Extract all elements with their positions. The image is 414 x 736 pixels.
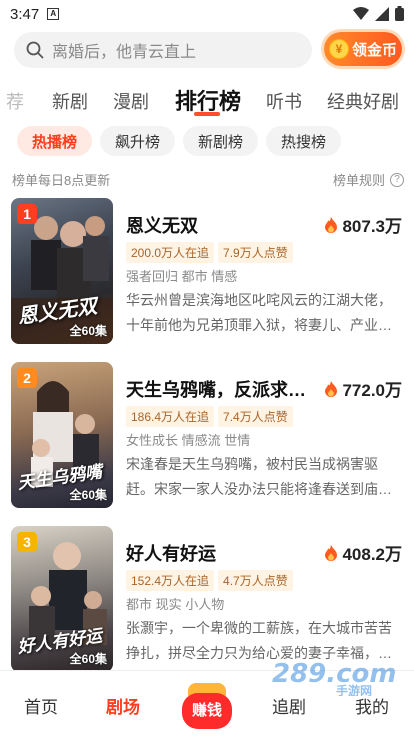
drama-cover[interactable]: 2 天生乌鸦嘴 全60集: [11, 362, 113, 508]
episode-count: 全60集: [69, 488, 107, 502]
top-row: 离婚后，他青云直上 ¥ 领金币: [14, 32, 402, 68]
nav-follow[interactable]: 追剧: [272, 693, 306, 718]
active-tab-indicator: [194, 112, 220, 116]
list-item[interactable]: 3 好人有好运 全60集 好人有好运 408.2万 152.4万人在追 4.7万…: [0, 526, 414, 674]
signal-icon: [375, 6, 389, 21]
battery-icon: [395, 6, 404, 21]
svg-text:289.com: 289.com: [272, 659, 397, 689]
rank-badge: 1: [17, 204, 37, 224]
search-icon: [26, 41, 44, 59]
genre-tags: 都市 现实 小人物: [126, 597, 225, 612]
site-watermark: 289.com 手游网: [270, 656, 404, 698]
drama-title[interactable]: 天生乌鸦嘴，反派求我别…: [126, 376, 316, 402]
tab-comic-drama[interactable]: 漫剧: [113, 88, 149, 114]
drama-description: 宋逢春是天生乌鸦嘴，被村民当成祸害驱赶。宋家一家人没办法只能将逢春送到庙…: [126, 456, 392, 497]
ranking-info-row: 榜单每日8点更新 榜单规则 ?: [12, 170, 404, 189]
episode-count: 全60集: [69, 324, 107, 338]
wifi-icon: [353, 6, 369, 20]
follow-count-badge: 200.0万人在追: [126, 242, 215, 263]
heat-score: 408.2万: [324, 540, 402, 565]
status-icons: [353, 6, 404, 21]
subtab-hot[interactable]: 热播榜: [17, 126, 93, 156]
heat-score: 807.3万: [324, 212, 402, 237]
nav-earn-button[interactable]: 赚钱: [180, 683, 234, 731]
stat-badges: 186.4万人在追 7.4万人点赞: [126, 406, 293, 427]
watermark-logo: 289.com 手游网: [272, 659, 397, 698]
drama-cover[interactable]: 1 恩义无双 全60集: [11, 198, 113, 344]
search-placeholder: 离婚后，他青云直上: [52, 44, 197, 61]
flame-icon: [325, 216, 338, 233]
like-count-badge: 4.7万人点赞: [218, 570, 293, 591]
genre-tags: 强者回归 都市 情感: [126, 269, 238, 284]
coin-icon: ¥: [328, 39, 349, 59]
heat-value: 807.3万: [342, 217, 402, 236]
list-item[interactable]: 1 恩义无双 全60集 恩义无双 807.3万 200.0万人在追 7.9万人点…: [0, 198, 414, 346]
rank-badge: 3: [17, 532, 37, 552]
category-tabs: 荐 新剧 漫剧 排行榜 听书 经典好剧: [0, 80, 414, 116]
tab-classic-drama[interactable]: 经典好剧: [327, 88, 399, 114]
ranking-sub-tabs: 热播榜 飙升榜 新剧榜 热搜榜: [17, 126, 342, 156]
flame-icon: [325, 380, 338, 397]
follow-count-badge: 186.4万人在追: [126, 406, 215, 427]
stat-badges: 152.4万人在追 4.7万人点赞: [126, 570, 293, 591]
help-icon: ?: [390, 172, 404, 187]
tab-audiobook[interactable]: 听书: [266, 88, 302, 114]
tab-recommended[interactable]: 荐: [6, 88, 24, 114]
ranking-rules-label: 榜单规则: [332, 173, 385, 188]
drama-title[interactable]: 恩义无双: [126, 212, 316, 238]
sim-icon: A: [47, 8, 60, 20]
stat-badges: 200.0万人在追 7.9万人点赞: [126, 242, 293, 263]
subtab-new[interactable]: 新剧榜: [183, 126, 259, 156]
like-count-badge: 7.4万人点赞: [218, 406, 293, 427]
genre-tags: 女性成长 情感流 世情: [126, 433, 251, 448]
nav-earn-label: 赚钱: [182, 693, 232, 729]
nav-theater[interactable]: 剧场: [106, 693, 140, 718]
update-note: 榜单每日8点更新: [12, 173, 111, 188]
subtab-search[interactable]: 热搜榜: [266, 126, 342, 156]
heat-value: 772.0万: [342, 381, 402, 400]
heat-value: 408.2万: [342, 545, 402, 564]
episode-count: 全60集: [69, 652, 107, 666]
heat-score: 772.0万: [324, 376, 402, 401]
search-input[interactable]: 离婚后，他青云直上: [14, 32, 312, 68]
follow-count-badge: 152.4万人在追: [126, 570, 215, 591]
drama-cover[interactable]: 3 好人有好运 全60集: [11, 526, 113, 672]
flame-icon: [325, 544, 338, 561]
list-item[interactable]: 2 天生乌鸦嘴 全60集 天生乌鸦嘴，反派求我别… 772.0万 186.4万人…: [0, 362, 414, 510]
tab-new-drama[interactable]: 新剧: [52, 88, 88, 114]
claim-coins-label: 领金币: [351, 41, 397, 59]
like-count-badge: 7.9万人点赞: [218, 242, 293, 263]
claim-coins-button[interactable]: ¥ 领金币: [324, 32, 402, 66]
rank-badge: 2: [17, 368, 37, 388]
status-bar: 3:47 A: [0, 0, 414, 28]
ranking-rules-link[interactable]: 榜单规则 ?: [333, 170, 404, 189]
drama-description: 华云州曾是滨海地区叱咤风云的江湖大佬，十年前他为兄弟顶罪入狱，将妻儿、产业…: [126, 292, 392, 333]
drama-title[interactable]: 好人有好运: [126, 540, 316, 566]
nav-home[interactable]: 首页: [24, 693, 58, 718]
svg-text:手游网: 手游网: [336, 683, 372, 696]
subtab-rising[interactable]: 飙升榜: [100, 126, 176, 156]
nav-mine[interactable]: 我的: [355, 693, 389, 718]
status-time: 3:47: [10, 5, 40, 23]
